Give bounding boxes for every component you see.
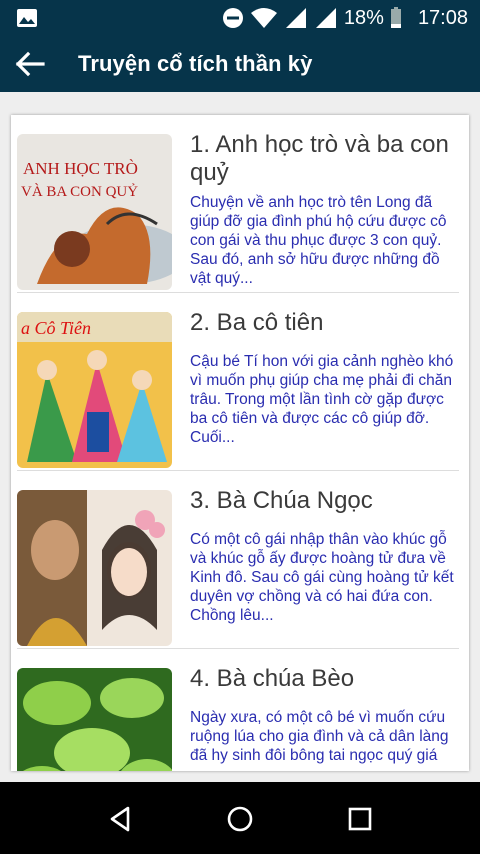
story-summary: Có một cô gái nhập thân vào khúc gỗ và k… [190, 531, 454, 624]
home-circle-icon[interactable] [225, 804, 255, 834]
app-bar: Truyện cổ tích thần kỳ [0, 36, 480, 92]
battery-percent: 18% [343, 6, 384, 29]
story-thumbnail: ANH HỌC TRÒ VÀ BA CON QUỶ [17, 134, 172, 290]
svg-text:a Cô Tiên: a Cô Tiên [21, 318, 91, 338]
svg-text:ANH HỌC TRÒ: ANH HỌC TRÒ [23, 159, 138, 178]
wifi-icon [250, 7, 278, 29]
story-summary: Ngày xưa, có một cô bé vì muốn cứu ruộng… [190, 709, 449, 764]
story-title: 2. Ba cô tiên [190, 309, 324, 336]
story-thumbnail [17, 668, 172, 771]
gallery-icon [16, 8, 38, 28]
story-summary: Chuyện về anh học trò tên Long đã giúp đ… [190, 194, 447, 287]
clock: 17:08 [417, 6, 468, 29]
dnd-icon [222, 7, 244, 29]
story-item[interactable]: 4. Bà chúa Bèo Ngày xưa, có một cô bé vì… [11, 649, 469, 771]
story-item[interactable]: ANH HỌC TRÒ VÀ BA CON QUỶ 1. Anh học trò… [11, 115, 469, 293]
svg-text:VÀ BA CON QUỶ: VÀ BA CON QUỶ [21, 183, 138, 200]
system-nav-bar [0, 782, 480, 854]
story-item[interactable]: 3. Bà Chúa Ngọc Có một cô gái nhập thân … [11, 471, 469, 649]
story-item[interactable]: a Cô Tiên 2. Ba cô tiên Cậu bé Tí hon vớ… [11, 293, 469, 471]
cell-signal-2-icon [314, 7, 338, 29]
story-list: ANH HỌC TRÒ VÀ BA CON QUỶ 1. Anh học trò… [11, 115, 469, 771]
status-bar: 18% 17:08 [0, 0, 480, 36]
story-title: 4. Bà chúa Bèo [190, 665, 355, 692]
cell-signal-icon [284, 7, 308, 29]
back-arrow-icon[interactable] [14, 50, 46, 78]
story-thumbnail [17, 490, 172, 646]
story-thumbnail: a Cô Tiên [17, 312, 172, 468]
story-title: 1. Anh học trò và ba con quỷ [190, 131, 449, 186]
page-title: Truyện cổ tích thần kỳ [78, 51, 313, 76]
back-triangle-icon[interactable] [106, 804, 136, 834]
recents-square-icon[interactable] [345, 804, 375, 834]
battery-icon [390, 7, 402, 29]
story-summary: Cậu bé Tí hon với gia cảnh nghèo khó vì … [190, 353, 454, 446]
story-title: 3. Bà Chúa Ngọc [190, 487, 373, 514]
